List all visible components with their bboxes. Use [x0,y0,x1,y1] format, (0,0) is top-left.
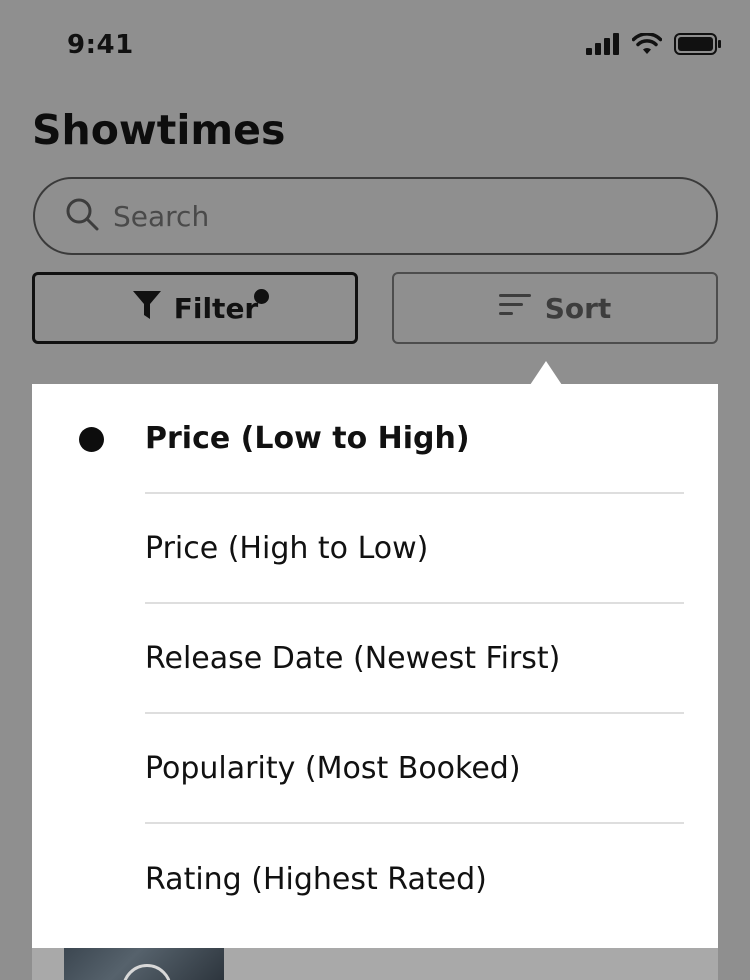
selected-radio-dot-icon [79,427,104,452]
status-icons [586,32,722,59]
battery-icon [674,33,722,59]
page-title: Showtimes [32,106,286,154]
search-bar[interactable] [33,177,718,255]
sort-option-popularity[interactable]: Popularity (Most Booked) [145,714,684,824]
filter-funnel-icon [132,289,162,328]
dropdown-caret [530,361,562,385]
sort-option-label: Price (Low to High) [145,420,470,456]
movie-poster [64,946,224,980]
sort-dropdown: Price (Low to High) Price (High to Low) … [32,384,718,948]
cellular-signal-icon [586,33,620,59]
search-icon [65,197,99,235]
status-time: 9:41 [67,30,134,60]
filter-active-indicator [254,289,269,304]
sort-button[interactable]: Sort [392,272,718,344]
sort-option-label: Rating (Highest Rated) [145,861,487,897]
sort-option-label: Price (High to Low) [145,530,429,566]
play-ring-icon [122,964,172,980]
sort-option-label: Release Date (Newest First) [145,640,561,676]
sort-option-release-date[interactable]: Release Date (Newest First) [145,604,684,714]
sort-option-rating[interactable]: Rating (Highest Rated) [145,824,684,934]
search-input[interactable] [113,199,673,233]
sort-option-price-high-low[interactable]: Price (High to Low) [145,494,684,604]
sort-lines-icon [498,292,533,325]
filter-button[interactable]: Filter [32,272,358,344]
sort-label: Sort [544,291,612,325]
wifi-icon [631,32,663,59]
sort-option-label: Popularity (Most Booked) [145,750,521,786]
filter-label: Filter [173,291,259,325]
sort-option-price-low-high[interactable]: Price (Low to High) [79,384,684,494]
